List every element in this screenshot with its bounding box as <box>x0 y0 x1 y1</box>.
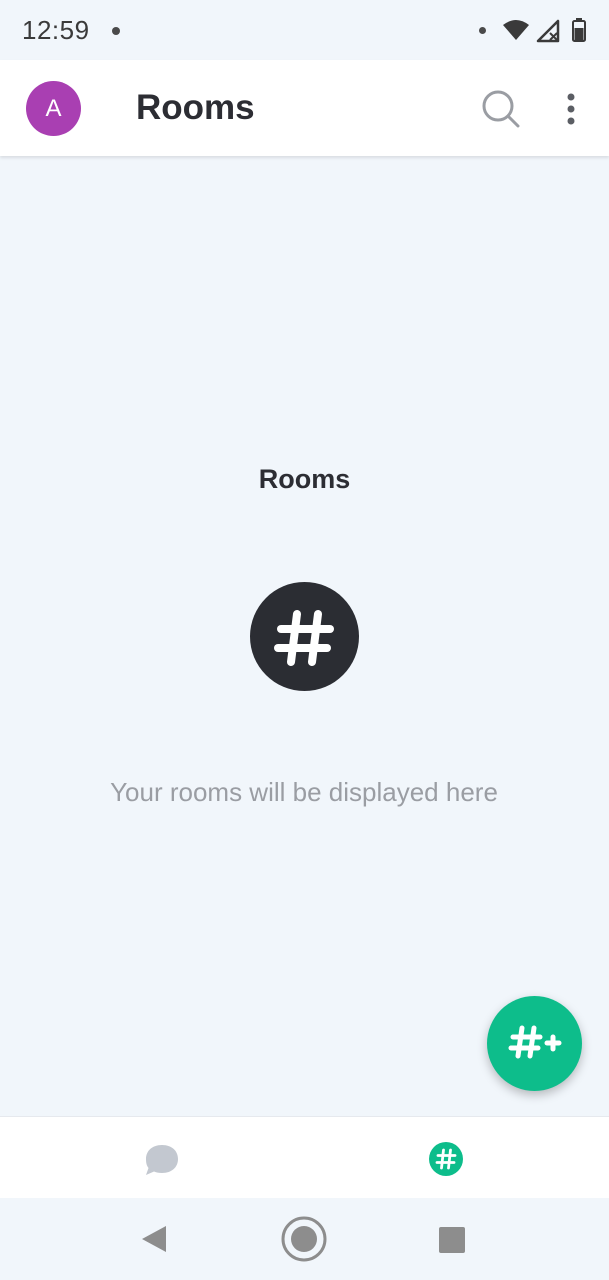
more-options-icon[interactable] <box>558 90 584 130</box>
create-room-icon <box>508 1025 562 1059</box>
create-room-button[interactable] <box>487 996 582 1091</box>
bottom-navigation <box>0 1116 609 1198</box>
status-dot-icon <box>479 27 486 34</box>
wifi-icon <box>503 20 529 40</box>
empty-state-title: Rooms <box>258 464 351 494</box>
signal-icon <box>536 19 560 43</box>
status-time: 12:59 <box>22 15 90 45</box>
hash-icon <box>274 610 334 666</box>
status-bar: 12:59 <box>0 0 609 60</box>
recents-icon[interactable] <box>439 1227 465 1253</box>
search-icon[interactable] <box>480 88 522 130</box>
home-icon[interactable] <box>280 1215 328 1263</box>
rooms-empty-icon <box>250 582 359 691</box>
notification-dot-icon <box>112 27 120 35</box>
page-title: Rooms <box>136 88 255 127</box>
user-avatar[interactable]: A <box>26 81 81 136</box>
app-bar: A Rooms <box>0 60 609 156</box>
system-navigation <box>0 1198 609 1280</box>
people-chat-icon[interactable] <box>143 1142 181 1178</box>
battery-icon <box>572 18 586 42</box>
empty-state-message: Your rooms will be displayed here <box>110 777 498 807</box>
rooms-hash-icon[interactable] <box>428 1141 464 1177</box>
back-icon[interactable] <box>140 1224 168 1254</box>
